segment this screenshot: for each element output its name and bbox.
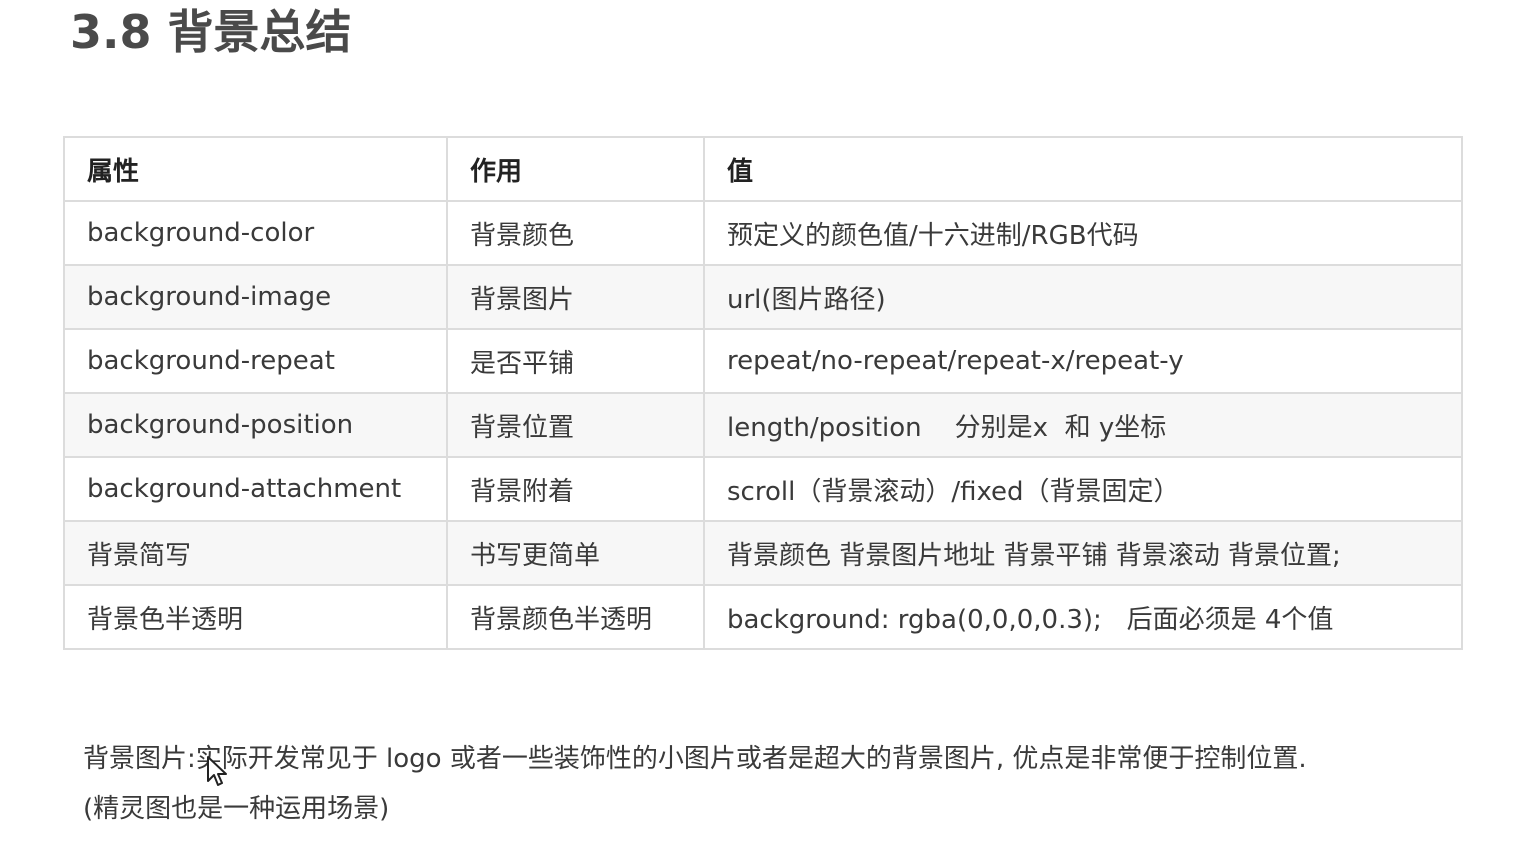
cell-property: 背景色半透明 [63, 584, 448, 650]
header-value: 值 [703, 136, 1463, 202]
cell-purpose: 背景位置 [446, 392, 705, 458]
cell-property: background-image [63, 264, 448, 330]
cell-property: background-position [63, 392, 448, 458]
table-row: background-color 背景颜色 预定义的颜色值/十六进制/RGB代码 [63, 200, 1463, 266]
table-row: background-repeat 是否平铺 repeat/no-repeat/… [63, 328, 1463, 394]
mouse-pointer-icon [207, 756, 227, 786]
note-line-1: 背景图片:实际开发常见于 logo 或者一些装饰性的小图片或者是超大的背景图片,… [83, 744, 1307, 774]
cell-property: background-attachment [63, 456, 448, 522]
cell-value: repeat/no-repeat/repeat-x/repeat-y [703, 328, 1463, 394]
background-image-note: 背景图片:实际开发常见于 logo 或者一些装饰性的小图片或者是超大的背景图片,… [83, 734, 1503, 834]
table-header-row: 属性 作用 值 [63, 136, 1463, 202]
cell-purpose: 背景颜色半透明 [446, 584, 705, 650]
cell-purpose: 是否平铺 [446, 328, 705, 394]
table-row: 背景色半透明 背景颜色半透明 background: rgba(0,0,0,0.… [63, 584, 1463, 650]
note-line-2: (精灵图也是一种运用场景) [83, 794, 390, 824]
cell-purpose: 书写更简单 [446, 520, 705, 586]
cell-value: length/position 分别是x 和 y坐标 [703, 392, 1463, 458]
header-property: 属性 [63, 136, 448, 202]
cell-value: url(图片路径) [703, 264, 1463, 330]
background-summary-table: 属性 作用 值 background-color 背景颜色 预定义的颜色值/十六… [63, 136, 1463, 650]
table-row: background-position 背景位置 length/position… [63, 392, 1463, 458]
table-row: 背景简写 书写更简单 背景颜色 背景图片地址 背景平铺 背景滚动 背景位置; [63, 520, 1463, 586]
cell-value: 背景颜色 背景图片地址 背景平铺 背景滚动 背景位置; [703, 520, 1463, 586]
cell-property: background-repeat [63, 328, 448, 394]
header-purpose: 作用 [446, 136, 705, 202]
table-row: background-attachment 背景附着 scroll（背景滚动）/… [63, 456, 1463, 522]
cell-value: scroll（背景滚动）/fixed（背景固定） [703, 456, 1463, 522]
cell-purpose: 背景颜色 [446, 200, 705, 266]
cell-value: background: rgba(0,0,0,0.3); 后面必须是 4个值 [703, 584, 1463, 650]
cell-value: 预定义的颜色值/十六进制/RGB代码 [703, 200, 1463, 266]
cell-purpose: 背景附着 [446, 456, 705, 522]
cell-property: background-color [63, 200, 448, 266]
page-title: 3.8 背景总结 [70, 5, 352, 59]
table-row: background-image 背景图片 url(图片路径) [63, 264, 1463, 330]
cell-purpose: 背景图片 [446, 264, 705, 330]
cell-property: 背景简写 [63, 520, 448, 586]
